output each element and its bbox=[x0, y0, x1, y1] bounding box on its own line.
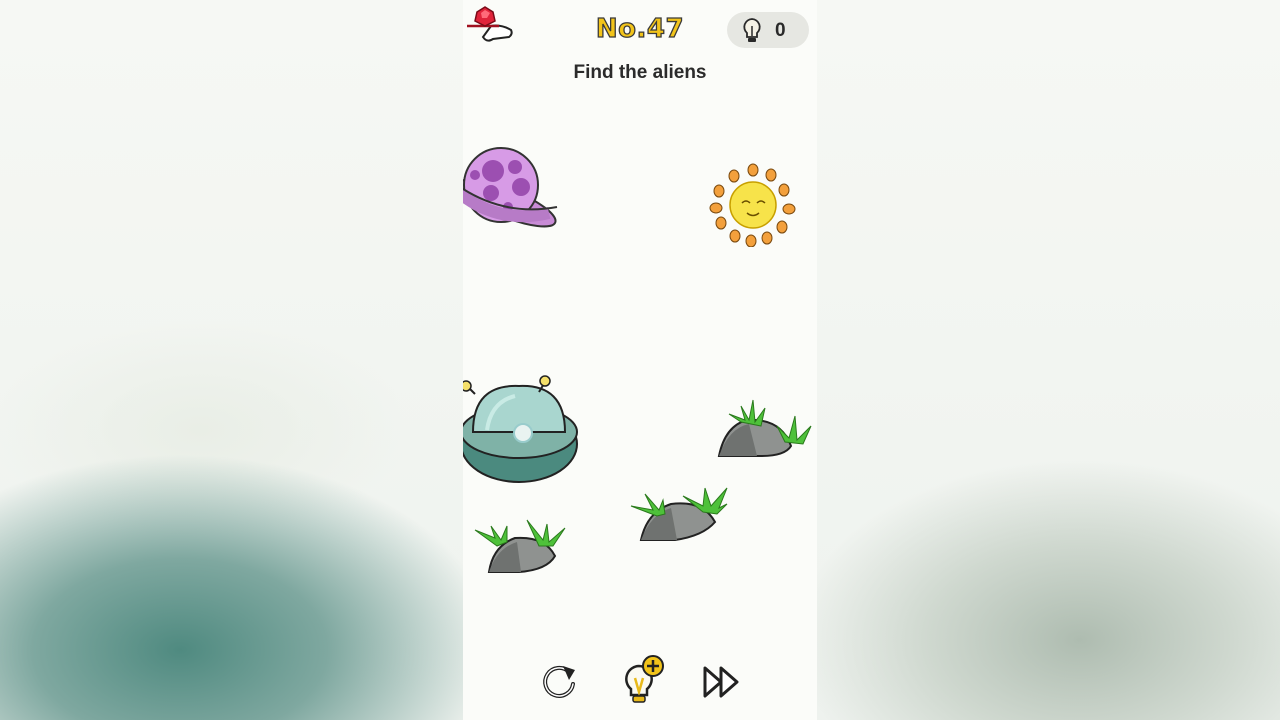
lightbulb-icon bbox=[743, 18, 761, 42]
rock-with-grass[interactable] bbox=[473, 512, 577, 578]
hint-counter[interactable]: 0 bbox=[727, 12, 809, 48]
restart-icon[interactable] bbox=[539, 662, 579, 702]
game-screen: No.47 0 Find the aliens bbox=[463, 0, 817, 720]
sun[interactable] bbox=[709, 163, 797, 247]
skip-icon[interactable] bbox=[701, 664, 745, 700]
hint-plus-icon[interactable] bbox=[619, 654, 667, 706]
ufo[interactable] bbox=[463, 372, 581, 488]
rock-with-grass[interactable] bbox=[629, 476, 743, 546]
planet[interactable] bbox=[463, 145, 563, 241]
hint-count: 0 bbox=[775, 20, 786, 41]
puzzle-instruction: Find the aliens bbox=[573, 62, 707, 83]
rock-with-grass[interactable] bbox=[715, 392, 817, 462]
